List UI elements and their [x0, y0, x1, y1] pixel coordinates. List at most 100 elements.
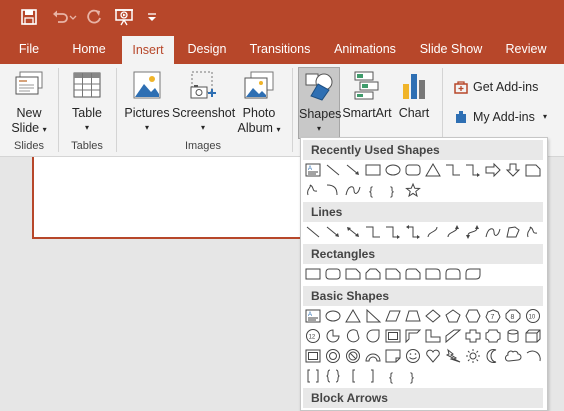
cross-icon[interactable]	[463, 327, 483, 345]
curved-connector-icon[interactable]	[423, 223, 443, 241]
triangle-icon[interactable]	[423, 161, 443, 179]
pentagon-icon[interactable]	[443, 307, 463, 325]
parallelogram-icon[interactable]	[383, 307, 403, 325]
sun-icon[interactable]	[463, 347, 483, 365]
diamond-icon[interactable]	[423, 307, 443, 325]
undo-dropdown-icon[interactable]	[68, 7, 78, 27]
curved-arrow-connector-icon[interactable]	[443, 223, 463, 241]
scribble-icon[interactable]	[523, 223, 543, 241]
block-arc-icon[interactable]	[363, 347, 383, 365]
slide-canvas[interactable]	[32, 157, 322, 239]
line-arrow-icon[interactable]	[343, 161, 363, 179]
round-diagonal-rectangle-icon[interactable]	[463, 265, 483, 283]
chord-icon[interactable]	[343, 327, 363, 345]
dropdown-arrow-icon[interactable]: ▾	[543, 106, 547, 128]
down-arrow-icon[interactable]	[503, 161, 523, 179]
bevel-icon[interactable]	[303, 347, 323, 365]
my-addins-button[interactable]: My Add-ins ▾	[452, 106, 560, 128]
oval-icon[interactable]	[383, 161, 403, 179]
triangle-icon[interactable]	[343, 307, 363, 325]
snip-round-rectangle-icon[interactable]	[403, 265, 423, 283]
arc-icon[interactable]	[523, 347, 543, 365]
redo-icon[interactable]	[84, 7, 104, 27]
teardrop-icon[interactable]	[363, 327, 383, 345]
snip-same-side-rectangle-icon[interactable]	[363, 265, 383, 283]
photo-album-button[interactable]: Photo Album ▾	[234, 64, 284, 142]
line-icon[interactable]	[303, 223, 323, 241]
right-bracket-icon[interactable]	[363, 367, 383, 385]
can-icon[interactable]	[503, 327, 523, 345]
right-triangle-icon[interactable]	[363, 307, 383, 325]
double-bracket-icon[interactable]	[303, 367, 323, 385]
diagonal-stripe-icon[interactable]	[443, 327, 463, 345]
rounded-rectangle-icon[interactable]	[403, 161, 423, 179]
snip-single-corner-rectangle-icon[interactable]	[343, 265, 363, 283]
round-same-side-rectangle-icon[interactable]	[443, 265, 463, 283]
plaque-icon[interactable]	[483, 327, 503, 345]
half-frame-icon[interactable]	[403, 327, 423, 345]
cube-icon[interactable]	[523, 327, 543, 345]
rectangle-icon[interactable]	[303, 265, 323, 283]
lightning-bolt-icon[interactable]	[443, 347, 463, 365]
snip-diagonal-rectangle-icon[interactable]	[383, 265, 403, 283]
l-shape-icon[interactable]	[423, 327, 443, 345]
tab-review[interactable]: Review	[500, 34, 552, 64]
left-brace-icon[interactable]: {	[363, 181, 383, 199]
dodecagon-icon[interactable]: 12	[303, 327, 323, 345]
pie-icon[interactable]	[323, 327, 343, 345]
chart-button[interactable]: Chart	[394, 64, 434, 142]
text-box-icon[interactable]: A	[303, 161, 323, 179]
octagon-icon[interactable]: 8	[503, 307, 523, 325]
screenshot-button[interactable]: Screenshot ▾	[172, 64, 235, 142]
curve-icon[interactable]	[483, 223, 503, 241]
cloud-icon[interactable]	[503, 347, 523, 365]
elbow-connector-icon[interactable]	[443, 161, 463, 179]
line-icon[interactable]	[323, 161, 343, 179]
heptagon-icon[interactable]: 7	[483, 307, 503, 325]
curved-double-arrow-icon[interactable]	[463, 223, 483, 241]
elbow-double-arrow-icon[interactable]	[403, 223, 423, 241]
star-icon[interactable]	[403, 181, 423, 199]
frame-icon[interactable]	[383, 327, 403, 345]
rounded-rectangle-icon[interactable]	[323, 265, 343, 283]
freeform-shape-icon[interactable]	[503, 223, 523, 241]
left-bracket-icon[interactable]	[343, 367, 363, 385]
new-slide-button[interactable]: New Slide ▾	[6, 64, 52, 142]
no-symbol-icon[interactable]	[343, 347, 363, 365]
customize-toolbar-icon[interactable]	[146, 7, 158, 27]
curved-connector-icon[interactable]	[323, 181, 343, 199]
right-arrow-icon[interactable]	[483, 161, 503, 179]
decagon-icon[interactable]: 10	[523, 307, 543, 325]
donut-icon[interactable]	[323, 347, 343, 365]
curve-icon[interactable]	[343, 181, 363, 199]
moon-icon[interactable]	[483, 347, 503, 365]
tab-design[interactable]: Design	[180, 34, 234, 64]
rectangle-icon[interactable]	[363, 161, 383, 179]
right-brace-icon[interactable]: }	[403, 367, 423, 385]
right-brace-icon[interactable]: }	[383, 181, 403, 199]
oval-icon[interactable]	[323, 307, 343, 325]
tab-home[interactable]: Home	[63, 34, 115, 64]
line-arrow-icon[interactable]	[323, 223, 343, 241]
tab-transitions[interactable]: Transitions	[244, 34, 316, 64]
elbow-connector-icon[interactable]	[363, 223, 383, 241]
shapes-button[interactable]: Shapes ▾	[298, 67, 341, 139]
tab-animations[interactable]: Animations	[327, 34, 403, 64]
undo-icon[interactable]	[50, 7, 70, 27]
elbow-arrow-connector-icon[interactable]	[463, 161, 483, 179]
freeform-icon[interactable]	[303, 181, 323, 199]
text-box-icon[interactable]: A	[303, 307, 323, 325]
elbow-arrow-connector-icon[interactable]	[383, 223, 403, 241]
smartart-button[interactable]: SmartArt	[342, 64, 392, 142]
table-button[interactable]: Table ▾	[64, 64, 110, 142]
present-from-start-icon[interactable]	[114, 7, 134, 27]
heart-icon[interactable]	[423, 347, 443, 365]
smiley-face-icon[interactable]	[403, 347, 423, 365]
tab-insert[interactable]: Insert	[122, 36, 174, 64]
left-brace-icon[interactable]: {	[383, 367, 403, 385]
tab-slide-show[interactable]: Slide Show	[413, 34, 489, 64]
folded-corner-icon[interactable]	[383, 347, 403, 365]
pictures-button[interactable]: Pictures ▾	[122, 64, 172, 142]
double-brace-icon[interactable]	[323, 367, 343, 385]
trapezoid-icon[interactable]	[403, 307, 423, 325]
